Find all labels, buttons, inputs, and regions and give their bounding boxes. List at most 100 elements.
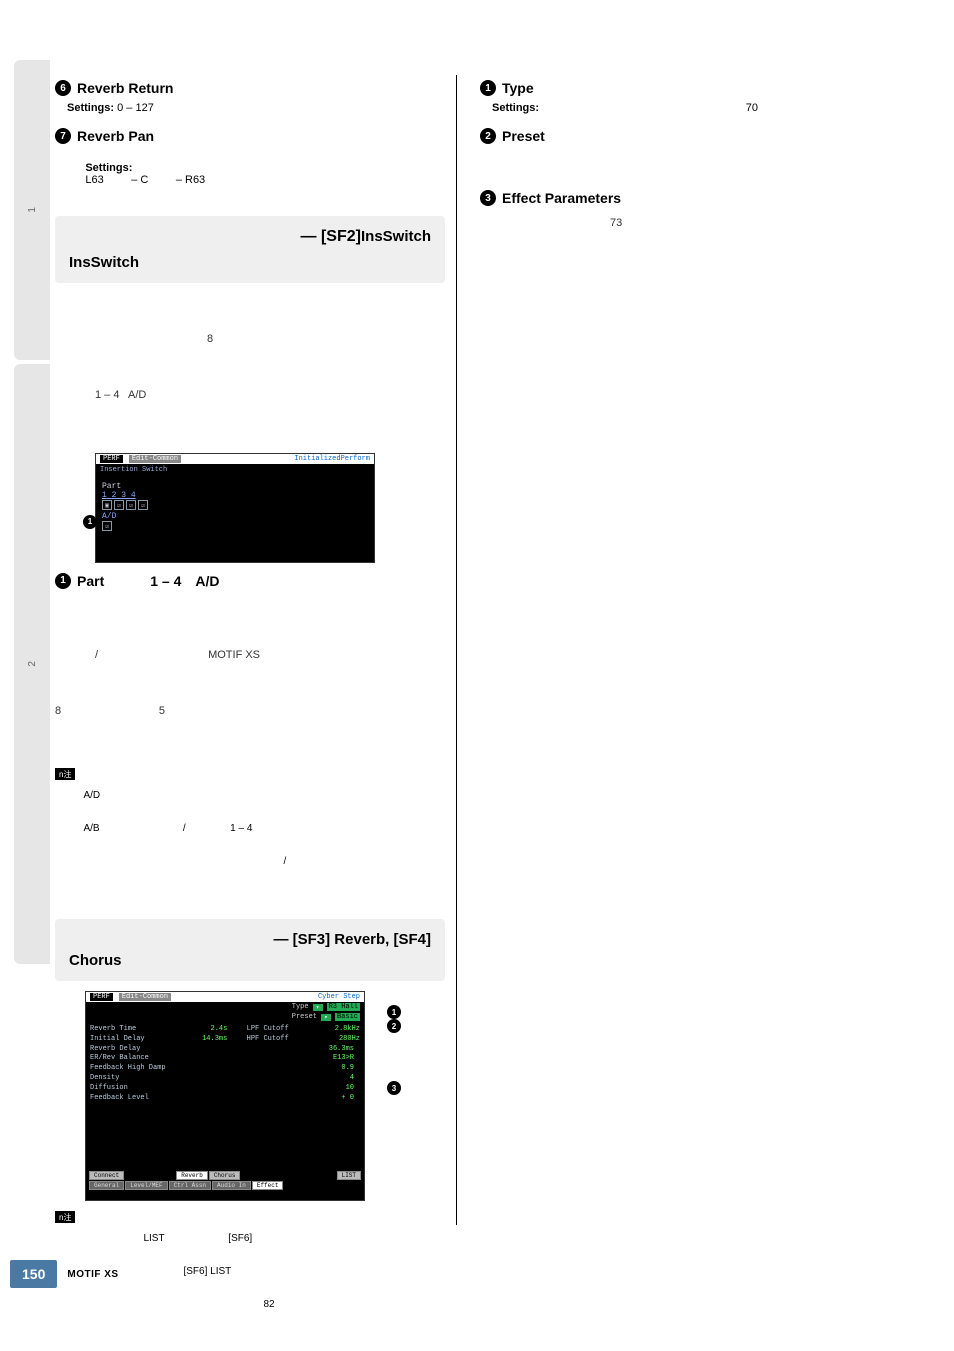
screenshot-insswitch: PERF Edit-Common InitializedPerform Inse… (95, 453, 375, 563)
ss1-subtitle: Insertion Switch (96, 464, 374, 476)
nl3: 82 (83, 1299, 274, 1310)
prv: 2.8kHz (320, 1025, 360, 1035)
settings-reverb-return: Settings: 0 – 127 (67, 102, 445, 114)
ss1-part-label: Part (102, 482, 368, 491)
prow: Feedback Level+ 0 (90, 1094, 360, 1104)
ss1-body: Part 1 2 3 4 ▣☑☑☑ A/D ☑ (96, 476, 374, 533)
heading-reverb-pan: 7 Reverb Pan (55, 128, 445, 144)
screenshot-reverb: PERF Edit-Common Cyber Step Type ▾ R3 Ha… (85, 991, 365, 1201)
pm: 0.9 (320, 1064, 360, 1074)
insswitch-title: InsSwitch (69, 254, 431, 271)
chk: ☑ (114, 500, 124, 510)
pb2: 8 5 (55, 702, 445, 721)
type-val: R3 Hall (327, 1003, 360, 1011)
preset-val: Basic (335, 1013, 360, 1021)
sl: Settings: (492, 102, 539, 114)
c3: 3 (121, 491, 126, 500)
ss1-part-table: Part 1 2 3 4 ▣☑☑☑ A/D ☑ (102, 482, 368, 531)
bt: Connect (89, 1171, 124, 1180)
pl: Density (90, 1074, 180, 1084)
sv: 70 (746, 102, 858, 114)
chk: ▣ (102, 500, 112, 510)
bt2: Ctrl Assn (169, 1181, 211, 1190)
chk: ☑ (102, 521, 112, 531)
callout-1: 1 (83, 515, 97, 529)
heading-part: 1 Part 1 – 4 A/D (55, 573, 445, 589)
section-box-insswitch-title: InsSwitch (55, 250, 445, 283)
side-tab-2-label: 2 (27, 661, 38, 667)
pl: Initial Delay (90, 1035, 180, 1045)
callout-ss2-1: 1 (387, 1005, 401, 1019)
bt2: General (89, 1181, 124, 1190)
chk: ☑ (126, 500, 136, 510)
dd-icon: ▾ (313, 1004, 323, 1011)
preset-title: Preset (502, 128, 545, 144)
desc-line-b: 1 – 4 A/D (95, 386, 445, 405)
screenshot-2-wrap: PERF Edit-Common Cyber Step Type ▾ R3 Ha… (55, 991, 445, 1201)
pb1: / MOTIF XS (55, 646, 445, 665)
screenshot-1-wrap: PERF Edit-Common InitializedPerform Inse… (55, 453, 445, 563)
settings-reverb-pan: Settings: L63 – C – R63 (67, 150, 445, 198)
bt2: Level/MEF (125, 1181, 167, 1190)
page-footer: 150 MOTIF XS (0, 1257, 954, 1291)
callout-ss2-3: 3 (387, 1081, 401, 1095)
heading-preset: 2 Preset (480, 128, 858, 144)
settings-type: Settings: 70 (492, 102, 858, 114)
section-box-chorus: — [SF3] Reverb, [SF4] Chorus (55, 919, 445, 981)
pr: LPF Cutoff (247, 1025, 307, 1035)
chk: ☑ (138, 500, 148, 510)
ep-title: Effect Parameters (502, 190, 621, 206)
ss1-checks: ▣☑☑☑ (102, 500, 368, 510)
num-7-icon: 7 (55, 128, 71, 144)
ss2-right: Cyber Step (318, 993, 360, 1001)
pm: 4 (320, 1074, 360, 1084)
pm: + 0 (320, 1094, 360, 1104)
n2: A/B / 1 – 4 (83, 823, 286, 834)
ss1-topbar: PERF Edit-Common InitializedPerform (96, 454, 374, 464)
pl: ER/Rev Balance (90, 1054, 180, 1064)
heading-reverb-return-label: Reverb Return (77, 80, 173, 96)
num-6-icon: 6 (55, 80, 71, 96)
heading-reverb-pan-label: Reverb Pan (77, 128, 154, 144)
ss1-cols: 1 2 3 4 (102, 491, 368, 500)
num-3r-icon: 3 (480, 190, 496, 206)
insswitch-desc: 8 1 – 4 A/D (55, 293, 445, 443)
settings-value: L63 – C – R63 (85, 174, 205, 186)
pm: 2.4s (193, 1025, 233, 1035)
part-body: / MOTIF XS 8 5 (55, 609, 445, 759)
ep-line: 73 (480, 214, 858, 233)
part-label: Part (77, 573, 104, 589)
callout-ss2-2: 2 (387, 1019, 401, 1033)
c2: 2 (112, 491, 117, 500)
prow: Diffusion10 (90, 1084, 360, 1094)
desc-line-a: 8 (95, 330, 445, 349)
pm: E13>R (320, 1054, 360, 1064)
ss2-perf: PERF (90, 993, 113, 1001)
column-divider (456, 75, 457, 1225)
pl: Reverb Delay (90, 1045, 180, 1055)
c1: 1 (102, 491, 107, 500)
ss1-ad: A/D (102, 512, 368, 521)
pl: Diffusion (90, 1084, 180, 1094)
prow: Reverb Time2.4sLPF Cutoff2.8kHz (90, 1025, 360, 1035)
heading-type: 1 Type (480, 80, 858, 96)
prow: Feedback High Damp0.9 (90, 1064, 360, 1074)
pm: 14.3ms (193, 1035, 233, 1045)
prow: ER/Rev Balance E13>R (90, 1054, 360, 1064)
note-body: A/D A/B / 1 – 4 / (83, 768, 286, 889)
part-mid: 1 – 4 (150, 573, 181, 589)
nl1: LIST [SF6] (83, 1233, 274, 1244)
list-btn: LIST (337, 1171, 361, 1180)
heading-reverb-return: 6 Reverb Return (55, 80, 445, 96)
prow: Density 4 (90, 1074, 360, 1084)
prv: 280Hz (320, 1035, 360, 1045)
settings-label: Settings: (67, 102, 114, 114)
ss2-preset-row: Preset ▾ Basic (86, 1012, 364, 1022)
ss1-tab-edit: Edit-Common (129, 455, 181, 463)
left-column: 6 Reverb Return Settings: 0 – 127 7 Reve… (55, 70, 445, 1342)
note-tag: n注 (55, 1211, 75, 1223)
n3: / (83, 856, 286, 867)
box-left-label: InsSwitch (361, 228, 431, 246)
side-tab-2: 2 (14, 364, 50, 964)
bt2: Effect (252, 1181, 284, 1190)
